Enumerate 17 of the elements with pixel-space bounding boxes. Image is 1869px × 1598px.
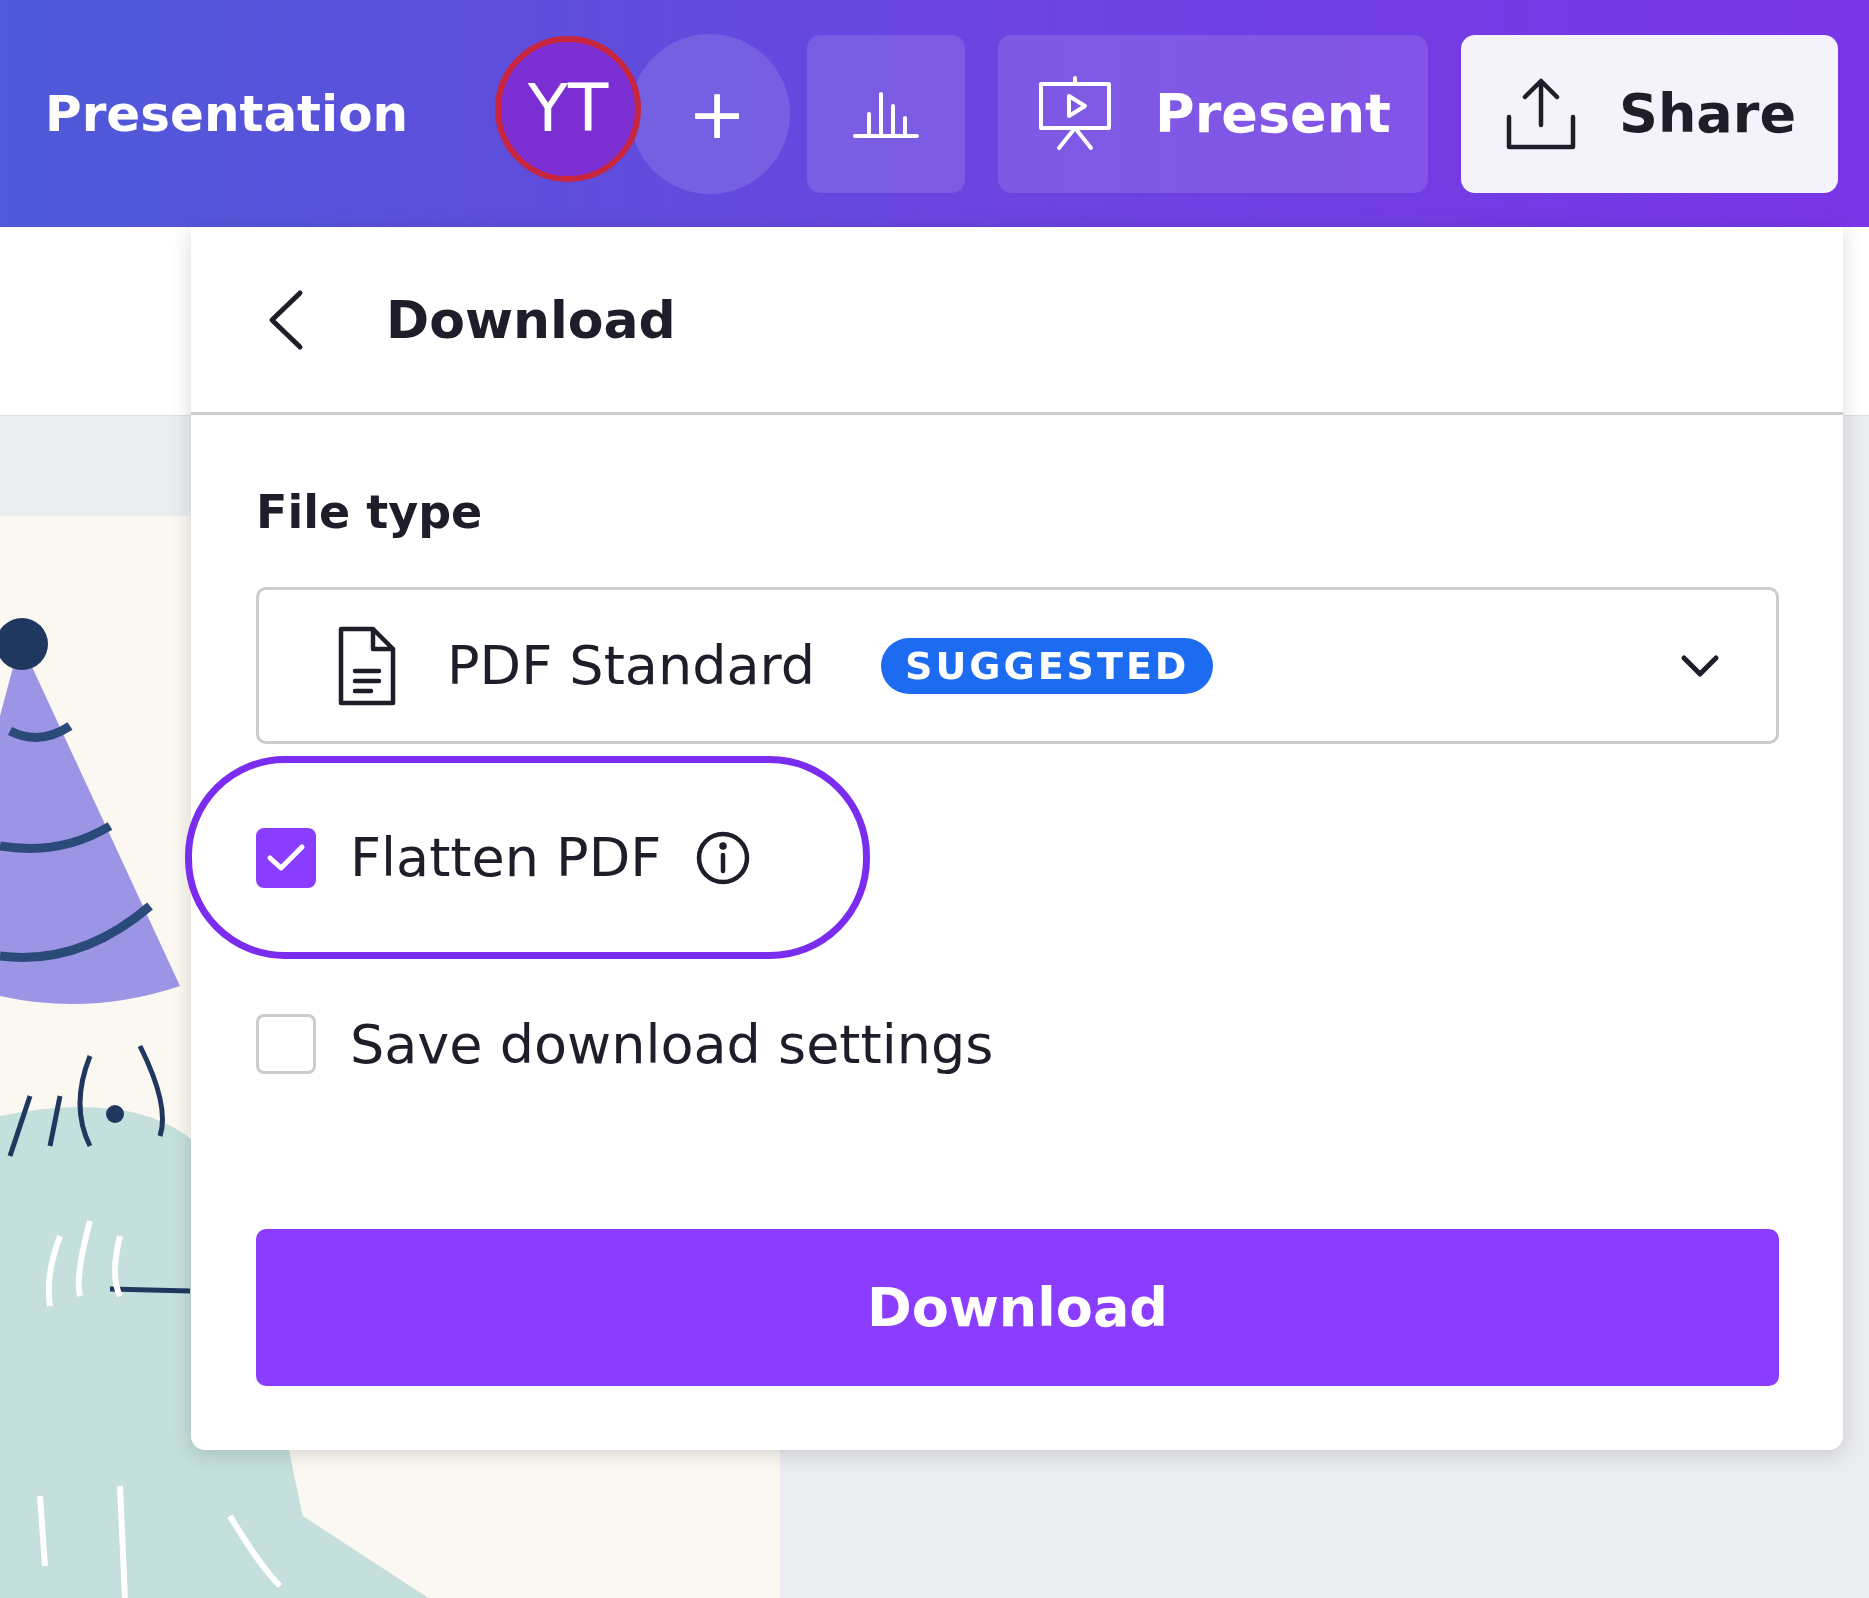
download-button[interactable]: Download	[256, 1229, 1779, 1386]
user-avatar[interactable]: YT	[495, 35, 641, 182]
document-icon	[337, 624, 397, 707]
option-label: Save download settings	[350, 1012, 994, 1076]
option-label: Flatten PDF	[350, 826, 662, 889]
panel-title: Download	[386, 289, 676, 350]
insights-button[interactable]	[807, 34, 965, 193]
share-button[interactable]: Share	[1461, 34, 1838, 193]
file-type-dropdown[interactable]: PDF Standard SUGGESTED	[256, 587, 1779, 744]
chevron-down-icon	[1680, 653, 1720, 678]
checkmark-icon	[266, 842, 306, 873]
checkbox[interactable]	[256, 827, 316, 888]
info-icon[interactable]	[695, 829, 752, 886]
document-title[interactable]: Presentation	[45, 84, 475, 143]
present-button[interactable]: Present	[998, 34, 1428, 193]
suggested-badge: SUGGESTED	[881, 637, 1214, 694]
file-type-label: File type	[256, 485, 483, 539]
